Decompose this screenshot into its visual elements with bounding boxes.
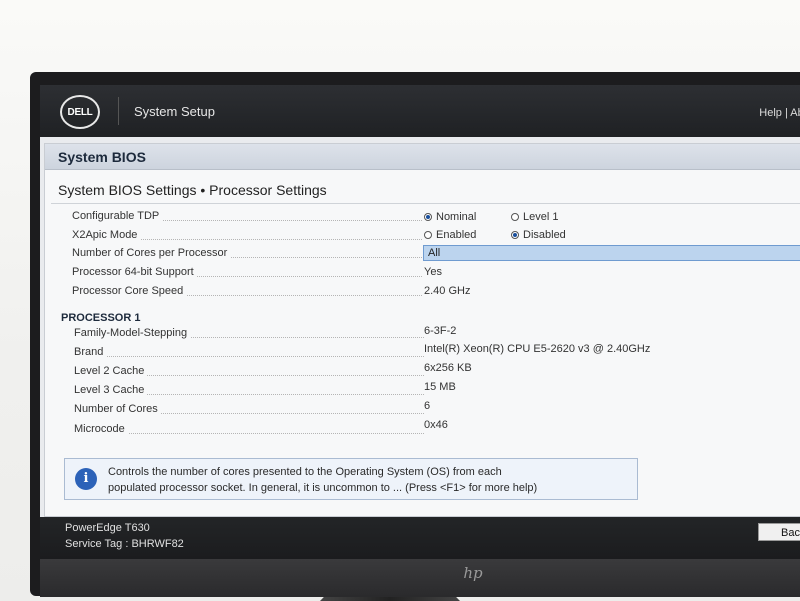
num-cores-value: 6: [424, 400, 431, 412]
tdp-level1-radio[interactable]: Level 1: [511, 211, 558, 223]
x2apic-disabled-radio[interactable]: Disabled: [511, 229, 566, 241]
help-panel: i Controls the number of cores presented…: [64, 458, 638, 500]
cores-per-processor-select[interactable]: All: [423, 245, 800, 261]
fms-label-row: Family-Model-Stepping: [74, 327, 424, 343]
help-line-2: populated processor socket. In general, …: [108, 482, 538, 494]
back-button[interactable]: Bac: [758, 523, 800, 541]
dell-logo: DELL: [60, 95, 100, 129]
footer-bar: PowerEdge T630 Service Tag : BHRWF82 Bac: [40, 517, 800, 559]
top-bar: DELL System Setup Help | Abou: [40, 85, 800, 137]
l2-cache-label: Level 2 Cache: [74, 365, 148, 377]
num-cores-label: Number of Cores: [74, 403, 161, 415]
fms-value: 6-3F-2: [424, 325, 457, 337]
monitor-chin: [40, 559, 800, 597]
core-speed-label: Processor Core Speed: [72, 285, 187, 297]
processor1-heading: PROCESSOR 1: [61, 312, 141, 324]
l2-cache-value: 6x256 KB: [424, 362, 472, 374]
core-speed-label-row: Processor Core Speed: [72, 285, 422, 301]
title-divider: [51, 203, 800, 204]
fms-label: Family-Model-Stepping: [74, 327, 191, 339]
support-64bit-label: Processor 64-bit Support: [72, 266, 197, 278]
configurable-tdp-label-row: Configurable TDP: [72, 210, 422, 226]
about-link[interactable]: Abou: [790, 107, 800, 119]
configurable-tdp-label: Configurable TDP: [72, 210, 163, 222]
service-tag: Service Tag : BHRWF82: [65, 538, 184, 550]
bios-screen: DELL System Setup Help | Abou System BIO…: [40, 85, 800, 559]
x2apic-enabled-radio[interactable]: Enabled: [424, 229, 476, 241]
x2apic-label-row: X2Apic Mode: [72, 229, 422, 245]
help-links: Help | Abou: [759, 107, 800, 119]
hp-logo: hp: [463, 564, 483, 582]
l3-cache-label-row: Level 3 Cache: [74, 384, 424, 400]
page-title: System BIOS Settings • Processor Setting…: [58, 182, 327, 198]
system-model: PowerEdge T630: [65, 522, 150, 534]
radio-empty-icon: [424, 231, 432, 239]
help-text: Controls the number of cores presented t…: [108, 464, 628, 496]
x2apic-label: X2Apic Mode: [72, 229, 141, 241]
radio-empty-icon: [511, 213, 519, 221]
num-cores-label-row: Number of Cores: [74, 403, 424, 419]
section-title: System BIOS: [45, 144, 800, 170]
l2-cache-label-row: Level 2 Cache: [74, 365, 424, 381]
radio-selected-icon: [424, 213, 432, 221]
cores-per-processor-label: Number of Cores per Processor: [72, 247, 231, 259]
microcode-label: Microcode: [74, 423, 128, 435]
topbar-divider: [118, 97, 119, 125]
app-title: System Setup: [134, 104, 215, 119]
info-icon: i: [75, 468, 97, 490]
support-64bit-value: Yes: [424, 266, 442, 278]
microcode-value: 0x46: [424, 419, 448, 431]
core-speed-value: 2.40 GHz: [424, 285, 471, 297]
link-separator: |: [784, 107, 788, 119]
help-line-1: Controls the number of cores presented t…: [108, 466, 502, 478]
brand-value: Intel(R) Xeon(R) CPU E5-2620 v3 @ 2.40GH…: [424, 343, 651, 355]
l3-cache-value: 15 MB: [424, 381, 456, 393]
l3-cache-label: Level 3 Cache: [74, 384, 148, 396]
radio-selected-icon: [511, 231, 519, 239]
support-64bit-label-row: Processor 64-bit Support: [72, 266, 422, 282]
brand-label-row: Brand: [74, 346, 424, 362]
tdp-nominal-radio[interactable]: Nominal: [424, 211, 476, 223]
brand-label: Brand: [74, 346, 107, 358]
help-link[interactable]: Help: [759, 107, 782, 119]
cores-per-processor-label-row: Number of Cores per Processor: [72, 247, 422, 263]
microcode-label-row: Microcode: [74, 423, 424, 439]
